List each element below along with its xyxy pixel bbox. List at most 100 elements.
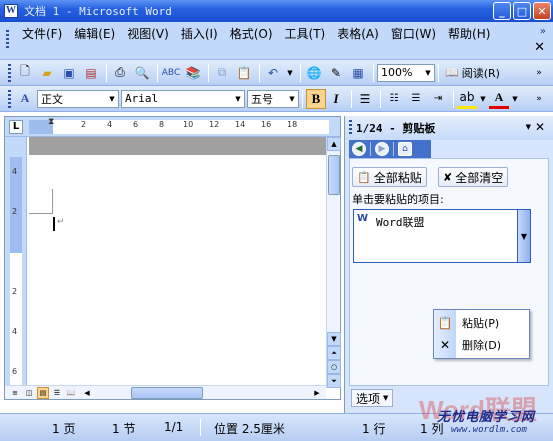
bold-button[interactable]: B	[306, 88, 326, 109]
menu-table[interactable]: 表格(A)	[335, 27, 387, 41]
scroll-thumb[interactable]	[328, 155, 340, 195]
pane-header: 1/24 - 剪贴板 ▼ ✕	[345, 116, 553, 140]
document-page[interactable]	[29, 155, 327, 389]
web-view-icon[interactable]: ◫	[23, 387, 35, 399]
spelling-icon[interactable]: ABC	[161, 63, 181, 83]
horizontal-scrollbar[interactable]: ≡ ◫ ▤ ☰ 📖 ◀ ▶	[5, 385, 326, 399]
menu-view[interactable]: 视图(V)	[125, 27, 177, 41]
bullets-icon[interactable]: ☰	[406, 89, 426, 109]
reading-view-icon[interactable]: 📖	[65, 387, 77, 399]
context-delete[interactable]: ✕ 删除(D)	[434, 334, 529, 356]
open-folder-icon[interactable]: ▰	[37, 63, 57, 83]
highlight-icon[interactable]: ab	[457, 89, 477, 109]
highlight-dropdown-icon[interactable]: ▼	[479, 89, 487, 109]
chevron-down-icon[interactable]: ▼	[232, 91, 244, 107]
maximize-button[interactable]: □	[513, 2, 531, 20]
toolbar-options-icon[interactable]: »	[529, 63, 549, 83]
save-icon[interactable]: ▣	[59, 63, 79, 83]
horizontal-ruler[interactable]: L ⧗ 2 4 6 8 10 12 14 16 18	[5, 117, 340, 137]
menu-insert[interactable]: 插入(I)	[179, 27, 226, 41]
numbering-icon[interactable]: ☷	[384, 89, 404, 109]
normal-view-icon[interactable]: ≡	[9, 387, 21, 399]
chevron-down-icon[interactable]: ▼	[517, 209, 531, 263]
forward-icon[interactable]: ▶	[375, 142, 389, 156]
pane-menu-icon[interactable]: ▼	[526, 123, 531, 131]
toolbar-options-icon[interactable]: »	[540, 26, 546, 37]
outline-view-icon[interactable]: ☰	[51, 387, 63, 399]
formatting-toolbar: A 正文 ▼ Arial ▼ 五号 ▼ B I ☰ ☷ ☰ ⇥ ab ▼ A ▼…	[0, 86, 553, 112]
ruler-number: 2	[12, 207, 18, 216]
clear-all-button[interactable]: ✘ 全部清空	[438, 167, 509, 187]
paste-icon[interactable]: 📋	[234, 63, 254, 83]
paste-all-label: 全部粘贴	[373, 170, 422, 185]
home-icon[interactable]: ⌂	[398, 142, 412, 156]
print-preview-icon[interactable]: 🔍	[132, 63, 152, 83]
minimize-button[interactable]: _	[493, 2, 511, 20]
research-icon[interactable]: 📚	[183, 63, 203, 83]
next-page-icon[interactable]: ⏷	[327, 374, 341, 388]
scroll-right-icon[interactable]: ▶	[311, 387, 323, 399]
size-select[interactable]: 五号 ▼	[247, 89, 299, 108]
insert-table-icon[interactable]: ▦	[348, 63, 368, 83]
horizontal-scroll-thumb[interactable]	[131, 387, 203, 399]
paste-all-button[interactable]: 📋 全部粘贴	[352, 167, 427, 187]
font-color-dropdown-icon[interactable]: ▼	[511, 89, 519, 109]
window-title: 文档 1 - Microsoft Word	[24, 5, 172, 18]
book-icon: 📖	[445, 66, 459, 79]
styles-formatting-icon[interactable]: A	[15, 89, 35, 109]
menu-file[interactable]: 文件(F)	[20, 27, 70, 41]
word-app-icon[interactable]: W	[4, 4, 18, 18]
document-area: L ⧗ 2 4 6 8 10 12 14 16 18 4 2 2 4 6 ↵ ▲…	[4, 116, 341, 400]
scroll-left-icon[interactable]: ◀	[81, 387, 93, 399]
copy-icon[interactable]: ⧉	[212, 63, 232, 83]
hyperlink-icon[interactable]: 🌐	[304, 63, 324, 83]
ruler-number: 2	[81, 120, 87, 129]
chevron-down-icon[interactable]: ▼	[286, 91, 298, 107]
vertical-ruler[interactable]: 4 2 2 4 6	[5, 137, 27, 387]
ruler-number: 2	[12, 287, 18, 296]
pane-close-icon[interactable]: ✕	[535, 120, 545, 134]
previous-page-icon[interactable]: ⏶	[327, 346, 341, 360]
options-button[interactable]: 选项 ▼	[351, 389, 394, 407]
font-select[interactable]: Arial ▼	[121, 89, 245, 108]
context-paste[interactable]: 📋 粘贴(P)	[434, 312, 529, 334]
tab-selector[interactable]: L	[9, 120, 23, 134]
document-close-icon[interactable]: ✕	[534, 40, 545, 55]
indent-icon[interactable]: ⇥	[428, 89, 448, 109]
toolbar-options-icon[interactable]: »	[529, 89, 549, 109]
menu-tools[interactable]: 工具(T)	[283, 27, 334, 41]
read-button[interactable]: 📖 阅读(R)	[442, 65, 503, 81]
ruler-number: 8	[159, 120, 165, 129]
menu-grip[interactable]	[6, 30, 9, 50]
text-cursor	[53, 217, 55, 231]
zoom-select[interactable]: 100% ▼	[377, 63, 435, 82]
undo-icon[interactable]: ↶	[263, 63, 283, 83]
menu-window[interactable]: 窗口(W)	[389, 27, 444, 41]
scroll-up-icon[interactable]: ▲	[327, 137, 341, 151]
menu-edit[interactable]: 编辑(E)	[72, 27, 123, 41]
undo-dropdown-icon[interactable]: ▼	[285, 63, 295, 83]
new-document-icon[interactable]: 🗋	[15, 63, 35, 83]
select-browse-object-icon[interactable]: ○	[327, 360, 341, 374]
toolbar-grip[interactable]	[8, 63, 11, 82]
tables-borders-icon[interactable]: ✎	[326, 63, 346, 83]
justify-icon[interactable]: ☰	[355, 89, 375, 109]
chevron-down-icon[interactable]: ▼	[422, 65, 434, 81]
toolbar-grip[interactable]	[8, 89, 11, 108]
style-select[interactable]: 正文 ▼	[37, 89, 119, 108]
permission-icon[interactable]: ▤	[81, 63, 101, 83]
close-button[interactable]: ✕	[533, 2, 551, 20]
chevron-down-icon[interactable]: ▼	[106, 91, 118, 107]
menu-help[interactable]: 帮助(H)	[446, 27, 498, 41]
print-icon[interactable]: ⎙	[110, 63, 130, 83]
indent-marker[interactable]: ⧗	[48, 117, 54, 127]
italic-button[interactable]: I	[326, 89, 346, 109]
status-page-of: 1/1	[164, 420, 184, 434]
font-color-icon[interactable]: A	[489, 89, 509, 109]
vertical-scrollbar[interactable]: ▲ ▼ ⏶ ○ ⏷	[326, 137, 341, 388]
print-layout-icon[interactable]: ▤	[37, 387, 49, 399]
clipboard-item[interactable]: W Word联盟 ▼	[353, 209, 531, 263]
scroll-down-icon[interactable]: ▼	[327, 332, 341, 346]
back-icon[interactable]: ◀	[352, 142, 366, 156]
menu-format[interactable]: 格式(O)	[228, 27, 281, 41]
